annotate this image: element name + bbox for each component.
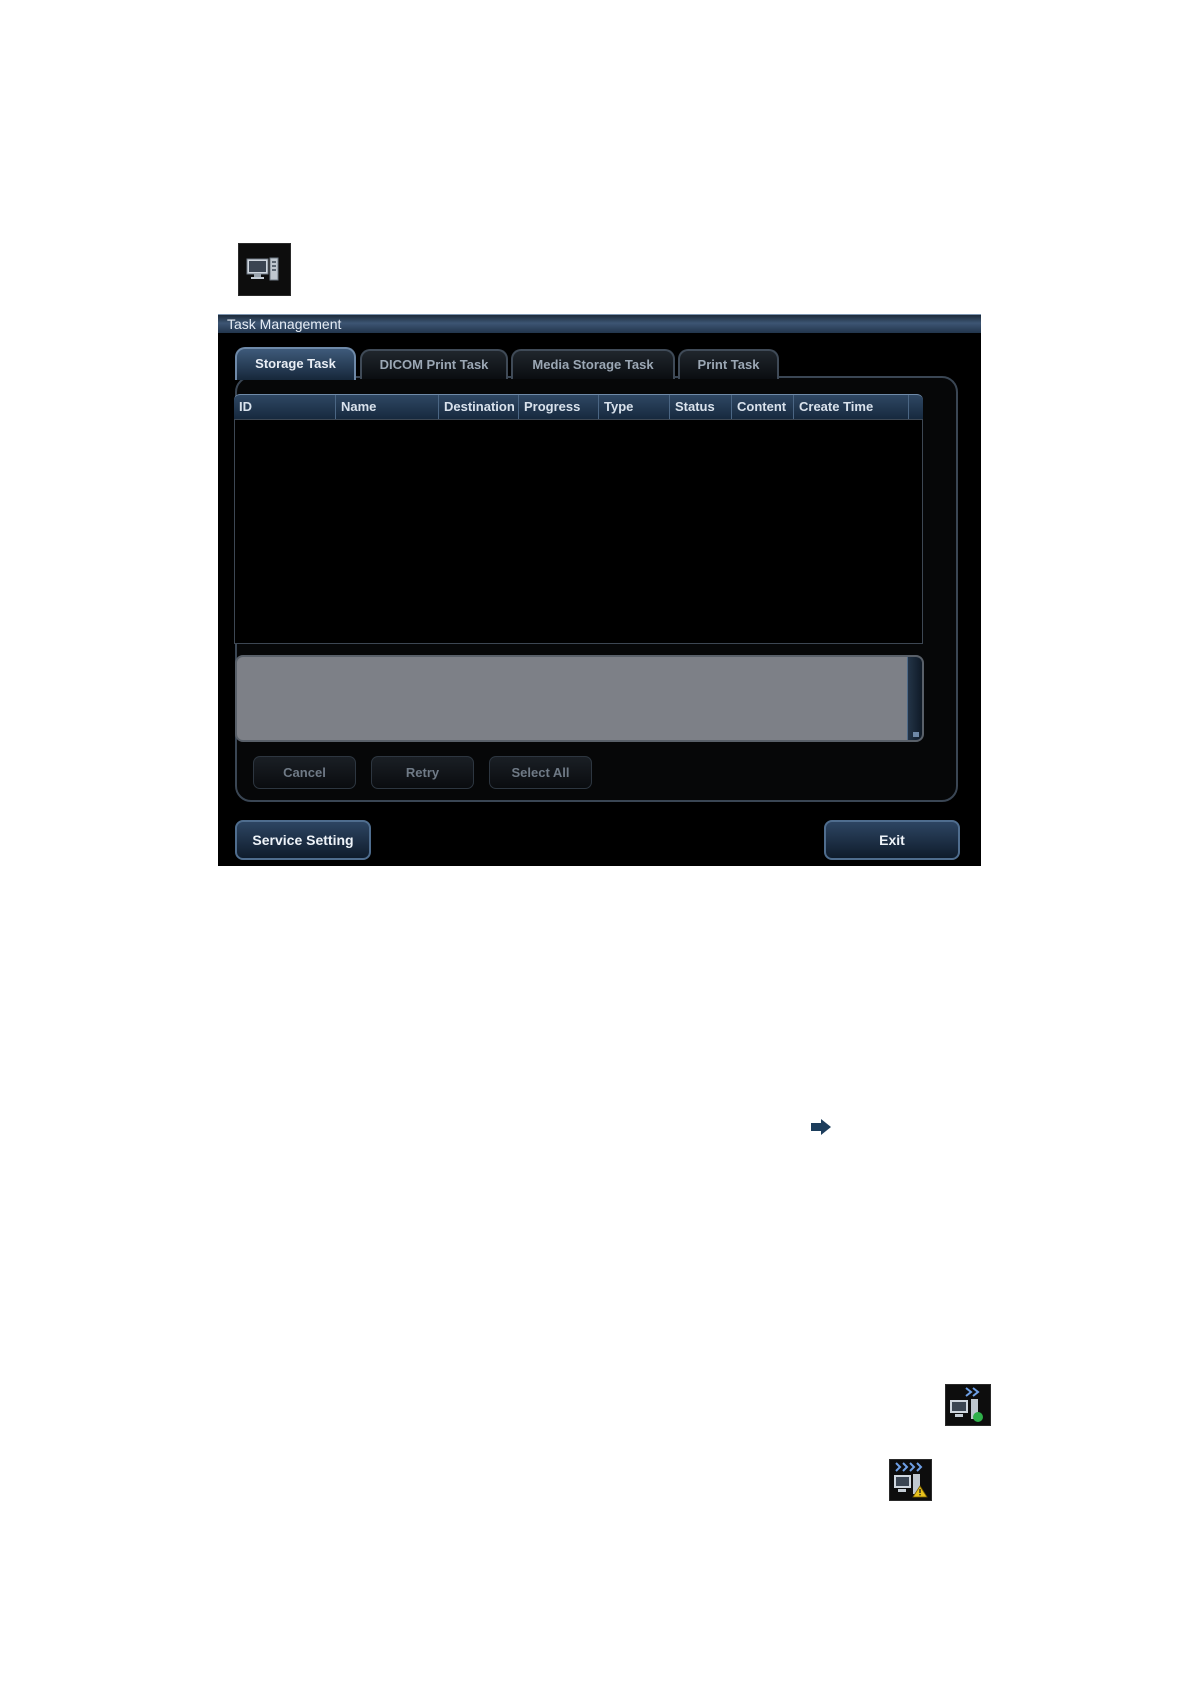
network-sending-icon [950,1387,983,1422]
tab-print-task[interactable]: Print Task [678,349,779,379]
service-setting-button[interactable]: Service Setting [235,820,371,860]
task-table-header: ID Name Destination Progress Type Status… [234,394,923,420]
column-header-type[interactable]: Type [599,395,670,420]
tab-storage-task[interactable]: Storage Task [235,347,356,380]
retry-button[interactable]: Retry [371,756,474,789]
column-header-status[interactable]: Status [670,395,732,420]
task-detail-box[interactable] [235,655,924,742]
network-warning-icon [894,1462,928,1498]
detail-scrollbar[interactable] [907,657,922,740]
tab-dicom-print-task[interactable]: DICOM Print Task [360,349,508,379]
network-sending-status [945,1384,991,1426]
column-header-content[interactable]: Content [732,395,794,420]
column-header-progress[interactable]: Progress [519,395,599,420]
monitor-server-icon [246,257,279,281]
exit-button[interactable]: Exit [824,820,960,860]
column-header-create-time[interactable]: Create Time [794,395,909,420]
column-header-name[interactable]: Name [336,395,439,420]
task-management-tray-icon[interactable] [238,243,291,296]
column-header-id[interactable]: ID [234,395,336,420]
task-table-body[interactable] [234,419,923,644]
network-warning-status [889,1459,932,1501]
tab-media-storage-task[interactable]: Media Storage Task [511,349,675,379]
select-all-button[interactable]: Select All [489,756,592,789]
scroll-down-arrow-icon[interactable] [913,732,919,737]
right-arrow-icon [811,1119,831,1135]
window-title: Task Management [227,316,342,332]
column-header-destination[interactable]: Destination [439,395,519,420]
task-management-window: Task Management Storage Task DICOM Print… [218,314,981,866]
title-bar: Task Management [218,314,981,333]
cancel-button[interactable]: Cancel [253,756,356,789]
